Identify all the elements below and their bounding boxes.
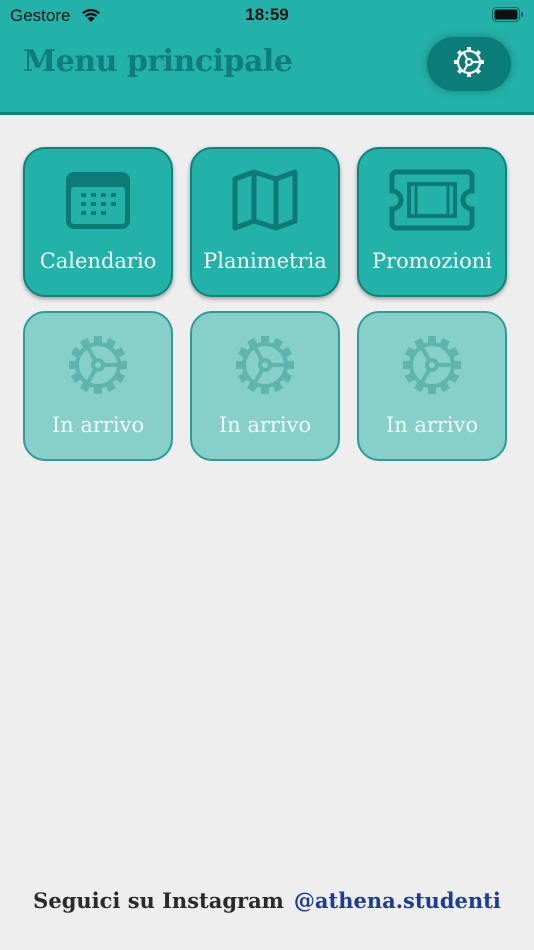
instagram-link[interactable]: @athena.studenti — [294, 888, 501, 913]
tile-label: In arrivo — [51, 413, 145, 437]
gear-icon — [400, 333, 464, 401]
footer: Seguici su Instagram @athena.studenti — [0, 888, 534, 913]
tile-label: Promozioni — [371, 249, 493, 273]
gear-icon — [233, 333, 297, 401]
status-bar: Gestore 18:59 — [0, 0, 534, 30]
page-title: Menu principale — [23, 44, 293, 79]
tile-label: In arrivo — [218, 413, 312, 437]
map-tile[interactable]: Planimetria — [190, 147, 340, 297]
gear-icon — [66, 333, 130, 401]
settings-button[interactable] — [427, 37, 511, 91]
app-header: Menu principale — [0, 30, 534, 115]
coming-soon-tile: In arrivo — [357, 311, 507, 461]
tile-label: Planimetria — [203, 249, 327, 273]
clock: 18:59 — [245, 5, 289, 24]
tile-label: In arrivo — [385, 413, 479, 437]
calendar-tile[interactable]: Calendario — [23, 147, 173, 297]
ticket-icon — [389, 169, 475, 235]
calendar-icon — [65, 169, 131, 235]
coming-soon-tile: In arrivo — [23, 311, 173, 461]
coming-soon-tile: In arrivo — [190, 311, 340, 461]
tile-label: Calendario — [39, 249, 157, 273]
battery-icon — [492, 7, 524, 28]
map-icon — [232, 169, 298, 235]
footer-label: Seguici su Instagram — [33, 888, 284, 913]
gear-icon — [452, 45, 486, 83]
promotions-tile[interactable]: Promozioni — [357, 147, 507, 297]
